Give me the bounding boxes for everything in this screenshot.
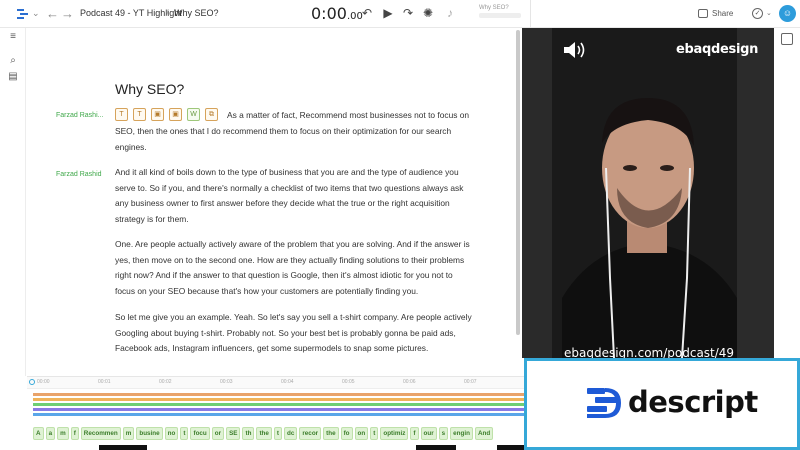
word-chip[interactable]: t [273, 427, 282, 440]
script-editor[interactable]: Why SEO? Farzad Rashi... T T ▣ ▣ W ⧉ As … [27, 28, 521, 376]
text-format-icon[interactable]: T [115, 108, 128, 121]
chevron-down-icon[interactable]: ⌄ [766, 9, 772, 17]
scene-label: Why SEO? [479, 5, 509, 11]
top-bar: ⌄ ← → Podcast 49 - YT Highlight / Why SE… [0, 0, 800, 28]
paragraph-text[interactable]: And it all kind of boils down to the typ… [115, 165, 475, 228]
word-chip[interactable]: our [420, 427, 437, 440]
word-chip[interactable]: or [211, 427, 225, 440]
clip-segment[interactable] [497, 445, 524, 450]
timeline-track[interactable] [33, 408, 524, 411]
image-icon[interactable]: ▣ [169, 108, 182, 121]
paragraph-text[interactable]: One. Are people actually actively aware … [115, 237, 475, 300]
document-title: Why SEO? [115, 81, 185, 97]
descript-logo-icon[interactable] [16, 7, 30, 21]
word-chip[interactable]: t [180, 427, 189, 440]
checkmark-icon[interactable]: ✓ [752, 8, 763, 19]
playhead[interactable] [29, 379, 35, 385]
timeline[interactable]: 00:00 00:01 00:02 00:03 00:04 00:05 00:06 00:07… [27, 376, 524, 450]
back-arrow-icon[interactable]: ← [46, 6, 59, 21]
word-chip[interactable]: recor [299, 427, 322, 440]
rewind-icon[interactable]: ↶ [360, 6, 374, 20]
timeline-track[interactable] [33, 398, 524, 401]
speaker-label[interactable]: Farzad Rashi... [56, 112, 103, 119]
word-chip[interactable]: engin [450, 427, 473, 440]
paragraph-text[interactable]: So let me give you an example. Yeah. So … [115, 310, 475, 357]
ruler-tick: 00:00 [37, 379, 50, 385]
breadcrumb-separator: / [166, 8, 169, 18]
word-chip[interactable]: focu [190, 427, 210, 440]
image-icon[interactable]: ▣ [151, 108, 164, 121]
word-chip[interactable]: SE [226, 427, 241, 440]
speaker-icon [564, 42, 585, 58]
paragraph-text[interactable]: SEO, then the ones that I do recommend t… [115, 124, 475, 155]
speaker-label[interactable]: Farzad Rashid [56, 171, 102, 178]
word-chip[interactable]: f [410, 427, 419, 440]
video-frame [522, 28, 774, 358]
ruler-tick: 00:07 [464, 379, 477, 385]
document-icon[interactable]: ▤ [8, 72, 18, 82]
word-chip[interactable]: th [242, 427, 255, 440]
timecode-display: 0:00.00 [311, 4, 363, 23]
share-icon[interactable] [698, 9, 708, 18]
word-chip[interactable]: the [323, 427, 339, 440]
word-chip[interactable]: dc [284, 427, 298, 440]
ruler-tick: 00:01 [98, 379, 111, 385]
word-icon[interactable]: W [187, 108, 200, 121]
search-icon[interactable]: ⌕ [8, 56, 18, 66]
format-toolbar: T T ▣ ▣ W ⧉ [115, 108, 218, 122]
text-format-icon[interactable]: T [133, 108, 146, 121]
timecode-main: 0:00 [311, 4, 347, 23]
descript-brand-card: descript [524, 358, 800, 450]
share-button[interactable]: Share [712, 9, 733, 18]
composition-title[interactable]: Why SEO? [174, 8, 219, 18]
word-chip[interactable]: on [354, 427, 369, 440]
word-chip[interactable]: m [122, 427, 135, 440]
scene-progress-bar[interactable] [479, 13, 521, 18]
timeline-track[interactable] [33, 393, 524, 396]
forward-arrow-icon[interactable]: → [61, 6, 74, 21]
word-chip[interactable]: And [474, 427, 494, 440]
word-chip[interactable]: busine [136, 427, 163, 440]
word-track[interactable]: Aa m f Recommen m busine no t focu or SE th the t dc re… [33, 427, 524, 441]
video-url-caption: ebaqdesign.com/podcast/49 [564, 346, 735, 358]
comment-icon[interactable] [781, 33, 793, 45]
video-watermark: ebaqdesign [676, 42, 759, 57]
volume-icon[interactable]: ♪ [443, 6, 457, 20]
ruler-tick: 00:04 [281, 379, 294, 385]
word-chip[interactable]: optimiz [380, 427, 409, 440]
timeline-track[interactable] [33, 403, 524, 406]
ruler-tick: 00:02 [159, 379, 172, 385]
word-chip[interactable]: t [370, 427, 379, 440]
ruler-tick: 00:06 [403, 379, 416, 385]
ruler-tick: 00:05 [342, 379, 355, 385]
loop-icon[interactable]: ✺ [421, 6, 435, 20]
ruler-tick: 00:03 [220, 379, 233, 385]
left-rail: ≡ ⌕ ▤ [0, 28, 26, 376]
redo-icon[interactable]: ↷ [401, 6, 415, 20]
word-chip[interactable]: a [45, 427, 56, 440]
word-chip[interactable]: Recommen [80, 427, 121, 440]
word-chip[interactable]: the [256, 427, 272, 440]
paragraph-text[interactable]: As a matter of fact, Recommend most busi… [227, 108, 477, 124]
clip-segment[interactable] [416, 445, 456, 450]
descript-wordmark: descript [628, 385, 758, 419]
word-chip[interactable]: no [164, 427, 179, 440]
word-chip[interactable]: m [57, 427, 69, 440]
word-chip[interactable]: fo [340, 427, 353, 440]
timeline-track[interactable] [33, 413, 524, 416]
word-chip[interactable]: s [438, 427, 449, 440]
play-icon[interactable]: ▶ [381, 6, 395, 20]
user-avatar[interactable]: ☺ [779, 5, 796, 22]
divider [530, 0, 531, 28]
clip-segment[interactable] [99, 445, 147, 450]
editor-scrollbar[interactable] [516, 30, 520, 335]
menu-icon[interactable]: ≡ [8, 32, 18, 42]
word-chip[interactable]: A [33, 427, 44, 440]
word-chip[interactable]: f [70, 427, 79, 440]
descript-logo-icon [587, 388, 621, 418]
timeline-ruler[interactable]: 00:00 00:01 00:02 00:03 00:04 00:05 00:06 00:07… [27, 377, 524, 389]
copy-icon[interactable]: ⧉ [205, 108, 218, 121]
chevron-down-icon[interactable]: ⌄ [32, 8, 40, 19]
video-preview[interactable]: ebaqdesign ebaqdesign.com/podcast/49 [522, 28, 774, 358]
